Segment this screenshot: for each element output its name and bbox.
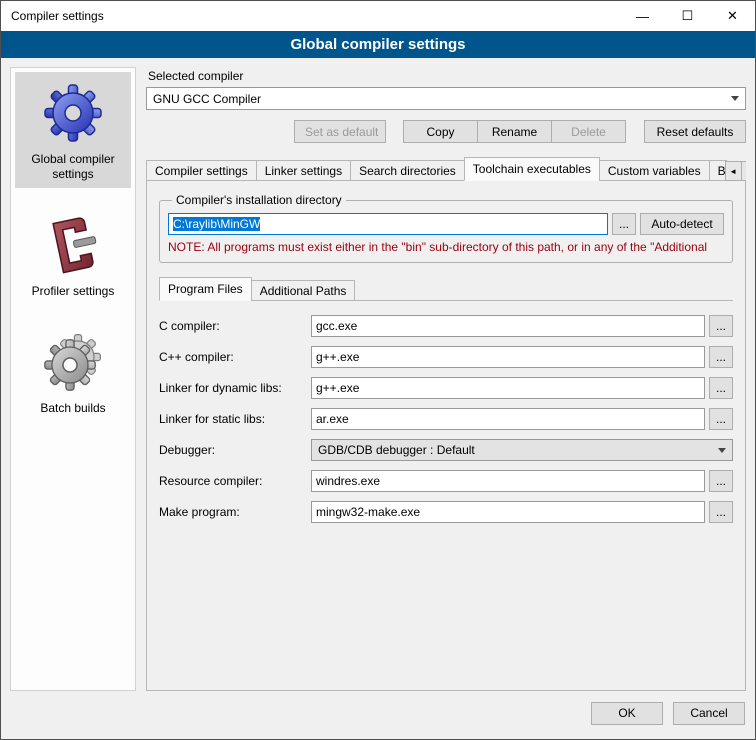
c-compiler-browse-button[interactable]: ... [709, 315, 733, 337]
window-title: Compiler settings [1, 9, 620, 23]
reset-defaults-button[interactable]: Reset defaults [644, 120, 746, 143]
linker-dynamic-label: Linker for dynamic libs: [159, 381, 311, 395]
form-row-resource-compiler: Resource compiler: windres.exe ... [159, 470, 733, 492]
gray-gear-icon [42, 329, 104, 395]
delete-button: Delete [551, 120, 626, 143]
form-row-cpp-compiler: C++ compiler: g++.exe ... [159, 346, 733, 368]
subtab-program-files[interactable]: Program Files [159, 277, 252, 301]
dialog-footer: OK Cancel [1, 695, 755, 739]
compiler-button-row: Set as default Copy Rename Delete Reset … [146, 120, 746, 143]
toolchain-executables-panel: Compiler's installation directory C:\ray… [146, 180, 746, 691]
tab-scroll-buttons: ◄ ► [726, 161, 746, 181]
sidebar-item-label: Batch builds [40, 401, 105, 416]
chevron-down-icon [731, 96, 739, 101]
maximize-icon: ☐ [682, 8, 694, 24]
chevron-down-icon [718, 448, 726, 453]
tab-scroll-left-button[interactable]: ◄ [725, 161, 742, 181]
blue-gear-icon [42, 80, 104, 146]
linker-static-browse-button[interactable]: ... [709, 408, 733, 430]
form-row-linker-static: Linker for static libs: ar.exe ... [159, 408, 733, 430]
sidebar-item-label: Global compiler settings [17, 152, 129, 182]
rename-button[interactable]: Rename [477, 120, 552, 143]
cpp-compiler-label: C++ compiler: [159, 350, 311, 364]
installation-directory-input[interactable]: C:\raylib\MinGW [168, 213, 608, 235]
minimize-button[interactable]: — [620, 2, 665, 31]
installation-directory-group-title: Compiler's installation directory [172, 193, 346, 207]
selected-compiler-value: GNU GCC Compiler [153, 92, 725, 106]
main-panel: Selected compiler GNU GCC Compiler Set a… [146, 67, 746, 691]
tab-search-directories[interactable]: Search directories [350, 160, 465, 181]
program-files-form: C compiler: gcc.exe ... C++ compiler: g+… [159, 301, 733, 523]
settings-tabstrip: Compiler settings Linker settings Search… [146, 157, 746, 181]
close-button[interactable]: ✕ [710, 2, 755, 31]
sidebar-item-profiler-settings[interactable]: Profiler settings [15, 204, 131, 305]
form-row-linker-dynamic: Linker for dynamic libs: g++.exe ... [159, 377, 733, 399]
minimize-icon: — [636, 9, 649, 24]
close-icon: ✕ [727, 8, 738, 24]
make-program-label: Make program: [159, 505, 311, 519]
sidebar-item-label: Profiler settings [32, 284, 115, 299]
installation-directory-value: C:\raylib\MinGW [173, 217, 260, 231]
installation-directory-row: C:\raylib\MinGW ... Auto-detect [168, 213, 724, 235]
installation-directory-group: Compiler's installation directory C:\ray… [159, 193, 733, 263]
debugger-value: GDB/CDB debugger : Default [318, 443, 712, 457]
resource-compiler-input[interactable]: windres.exe [311, 470, 705, 492]
titlebar: Compiler settings — ☐ ✕ [1, 1, 755, 31]
maximize-button[interactable]: ☐ [665, 2, 710, 31]
installation-directory-browse-button[interactable]: ... [612, 213, 636, 235]
cpp-compiler-input[interactable]: g++.exe [311, 346, 705, 368]
resource-compiler-browse-button[interactable]: ... [709, 470, 733, 492]
page-title: Global compiler settings [1, 31, 755, 58]
sidebar-item-global-compiler-settings[interactable]: Global compiler settings [15, 72, 131, 188]
set-as-default-button: Set as default [294, 120, 386, 143]
installation-directory-note: NOTE: All programs must exist either in … [168, 240, 724, 254]
form-row-c-compiler: C compiler: gcc.exe ... [159, 315, 733, 337]
copy-button[interactable]: Copy [403, 120, 478, 143]
cpp-compiler-browse-button[interactable]: ... [709, 346, 733, 368]
debugger-label: Debugger: [159, 443, 311, 457]
tab-toolchain-executables[interactable]: Toolchain executables [464, 157, 600, 181]
resource-compiler-label: Resource compiler: [159, 474, 311, 488]
program-files-tabstrip: Program Files Additional Paths [159, 277, 733, 301]
tab-linker-settings[interactable]: Linker settings [256, 160, 351, 181]
linker-static-label: Linker for static libs: [159, 412, 311, 426]
make-program-browse-button[interactable]: ... [709, 501, 733, 523]
compiler-settings-window: Compiler settings — ☐ ✕ Global compiler … [0, 0, 756, 740]
linker-dynamic-input[interactable]: g++.exe [311, 377, 705, 399]
c-compiler-label: C compiler: [159, 319, 311, 333]
tab-custom-variables[interactable]: Custom variables [599, 160, 710, 181]
auto-detect-button[interactable]: Auto-detect [640, 213, 724, 235]
selected-compiler-label: Selected compiler [148, 69, 746, 83]
ok-button[interactable]: OK [591, 702, 663, 725]
selected-compiler-dropdown[interactable]: GNU GCC Compiler [146, 87, 746, 110]
subtab-additional-paths[interactable]: Additional Paths [251, 280, 356, 301]
linker-dynamic-browse-button[interactable]: ... [709, 377, 733, 399]
form-row-make-program: Make program: mingw32-make.exe ... [159, 501, 733, 523]
debugger-dropdown[interactable]: GDB/CDB debugger : Default [311, 439, 733, 461]
form-row-debugger: Debugger: GDB/CDB debugger : Default [159, 439, 733, 461]
arrow-right-icon: ► [745, 167, 746, 176]
dialog-body: Global compiler settings Profiler settin… [1, 58, 755, 695]
make-program-input[interactable]: mingw32-make.exe [311, 501, 705, 523]
c-compiler-input[interactable]: gcc.exe [311, 315, 705, 337]
tab-compiler-settings[interactable]: Compiler settings [146, 160, 257, 181]
category-sidebar: Global compiler settings Profiler settin… [10, 67, 136, 691]
arrow-left-icon: ◄ [729, 167, 737, 176]
cancel-button[interactable]: Cancel [673, 702, 745, 725]
linker-static-input[interactable]: ar.exe [311, 408, 705, 430]
tab-scroll-right-button[interactable]: ► [741, 161, 746, 181]
profiler-clamp-icon [44, 212, 102, 278]
sidebar-item-batch-builds[interactable]: Batch builds [15, 321, 131, 422]
